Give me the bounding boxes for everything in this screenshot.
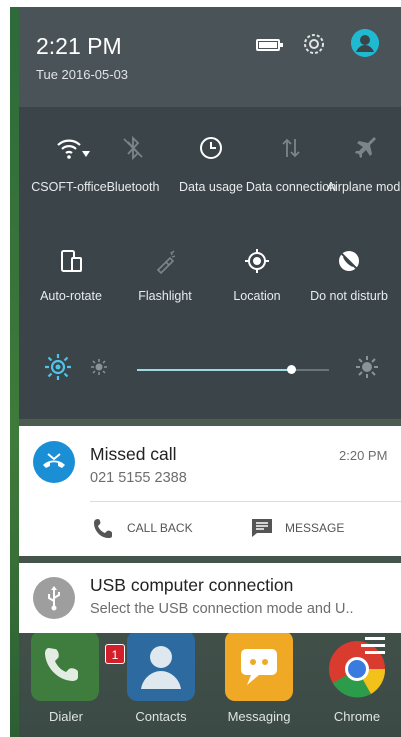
contacts-app[interactable] bbox=[127, 631, 195, 701]
tile-label-flashlight: Flashlight bbox=[138, 289, 192, 303]
flashlight-icon bbox=[156, 250, 176, 274]
dialer-icon bbox=[45, 648, 78, 681]
phone-icon bbox=[94, 519, 112, 538]
missed-call-avatar bbox=[33, 441, 75, 483]
tile-label-auto-rotate: Auto-rotate bbox=[40, 289, 102, 303]
data-usage-icon bbox=[200, 137, 222, 159]
messaging-icon bbox=[241, 649, 277, 685]
auto-rotate-icon bbox=[61, 250, 82, 272]
missed-call-icon bbox=[43, 453, 65, 468]
app-drawer-icon[interactable] bbox=[359, 637, 385, 655]
bluetooth-off-icon bbox=[123, 135, 143, 161]
dock-label-messaging[interactable]: Messaging bbox=[214, 709, 304, 724]
usb-icon bbox=[48, 586, 60, 611]
dock-label-dialer[interactable]: Dialer bbox=[21, 709, 111, 724]
usb-text: Select the USB connection mode and U.. bbox=[90, 601, 354, 617]
wifi-icon bbox=[57, 139, 81, 159]
dialer-badge: 1 bbox=[105, 644, 125, 664]
location-icon bbox=[245, 249, 269, 273]
brightness-low-icon bbox=[91, 359, 107, 375]
date[interactable]: Tue 2016-05-03 bbox=[36, 67, 128, 82]
call-back-button[interactable]: CALL BACK bbox=[93, 516, 193, 540]
phone-screen: 1 Dialer Contacts Messaging Chrome 2:21 … bbox=[19, 7, 401, 737]
settings-icon[interactable] bbox=[303, 33, 325, 55]
data-connection-icon bbox=[282, 138, 300, 158]
dock-label-contacts[interactable]: Contacts bbox=[116, 709, 206, 724]
battery-icon bbox=[256, 39, 283, 51]
airplane-icon bbox=[355, 137, 376, 158]
missed-call-time: 2:20 PM bbox=[339, 448, 388, 463]
missed-call-notification[interactable]: Missed call 021 5155 2388 2:20 PM CALL B… bbox=[19, 426, 401, 556]
contacts-icon bbox=[141, 646, 181, 689]
do-not-disturb-icon bbox=[339, 251, 359, 271]
message-icon bbox=[252, 519, 272, 537]
usb-avatar bbox=[33, 577, 75, 619]
notification-shade: 2:21 PM Tue 2016-05-03 CSOFT-office Blue… bbox=[19, 7, 401, 419]
tile-label-location: Location bbox=[233, 289, 281, 303]
dock-label-chrome[interactable]: Chrome bbox=[312, 709, 401, 724]
call-back-label: CALL BACK bbox=[127, 521, 193, 535]
brightness-slider-thumb[interactable] bbox=[286, 365, 296, 374]
wifi-dropdown-icon[interactable] bbox=[82, 151, 90, 157]
usb-notification[interactable]: USB computer connection Select the USB c… bbox=[19, 563, 401, 633]
message-label: MESSAGE bbox=[285, 521, 345, 535]
brightness-slider-fill bbox=[137, 369, 291, 371]
notification-divider bbox=[90, 501, 401, 502]
shade-header: 2:21 PM Tue 2016-05-03 bbox=[19, 7, 401, 107]
brightness-high-icon bbox=[356, 356, 378, 378]
missed-call-title: Missed call bbox=[90, 444, 177, 464]
tile-label-do-not-disturb: Do not disturb bbox=[310, 289, 388, 303]
auto-brightness-icon[interactable] bbox=[44, 353, 72, 381]
wallpaper-edge bbox=[0, 0, 19, 737]
user-icon[interactable] bbox=[351, 29, 379, 57]
dialer-app[interactable] bbox=[31, 631, 99, 701]
message-button[interactable]: MESSAGE bbox=[251, 516, 344, 540]
messaging-app[interactable] bbox=[225, 631, 293, 701]
tile-label-airplane-mode: Airplane mode bbox=[326, 180, 401, 194]
brightness-row bbox=[19, 347, 401, 387]
missed-call-number: 021 5155 2388 bbox=[90, 470, 187, 486]
clock[interactable]: 2:21 PM bbox=[36, 33, 122, 60]
brightness-slider[interactable] bbox=[137, 365, 329, 374]
usb-title: USB computer connection bbox=[90, 575, 294, 595]
